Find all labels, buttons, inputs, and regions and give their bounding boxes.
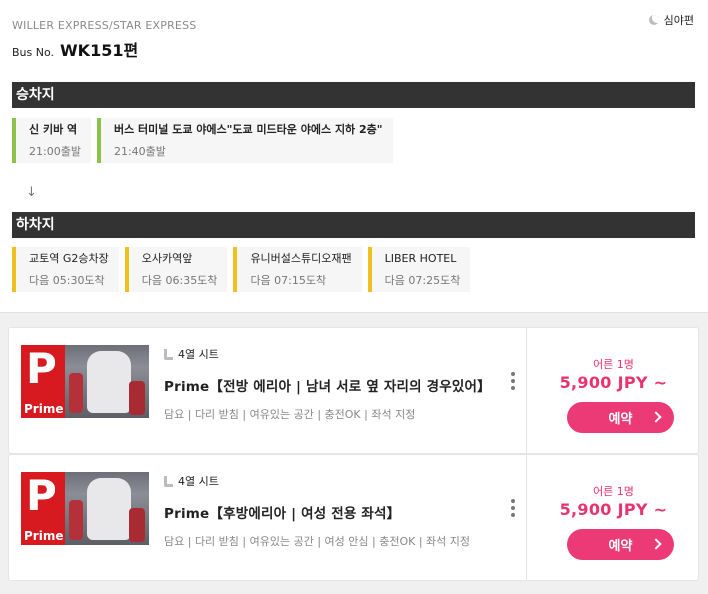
alighting-stop: 오사카역앞 다음 06:35도착	[124, 247, 228, 292]
stop-time: 다음 07:15도착	[250, 274, 327, 287]
prime-logo: P Prime	[21, 472, 65, 545]
seat-type-label: 4열 시트	[178, 475, 219, 488]
alighting-stop: 교토역 G2승차장 다음 05:30도착	[12, 247, 119, 292]
book-button[interactable]: 예약	[567, 529, 674, 560]
plan-features: 담요 | 다리 받침 | 여유있는 공간 | 여성 안심 | 충전OK | 좌석…	[164, 535, 470, 548]
price-panel: 어른 1명 5,900 JPY ~ 예약	[527, 328, 700, 453]
plan-card: P Prime 4열 시트 Prime【후방에리아 | 여성 전용 좌석】 담요…	[8, 454, 699, 581]
passenger-label: 어른 1명	[593, 358, 634, 371]
boarding-stop: 신 키바 역 21:00출발	[12, 118, 91, 163]
seat-photo	[65, 345, 149, 418]
plan-thumbnail: P Prime	[21, 345, 149, 418]
alighting-stop: 유니버설스튜디오재팬 다음 07:15도착	[233, 247, 362, 292]
seat-type: 4열 시트	[164, 473, 494, 489]
boarding-section-title: 승차지	[12, 82, 695, 108]
prime-logo-label: Prime	[24, 529, 64, 543]
stop-name: 교토역 G2승차장	[29, 252, 109, 265]
alighting-stops: 교토역 G2승차장 다음 05:30도착 오사카역앞 다음 06:35도착 유니…	[12, 247, 471, 292]
seat-icon	[164, 348, 173, 360]
boarding-stops: 신 키바 역 21:00출발 버스 터미널 도쿄 야에스"도쿄 미드타운 야에스…	[12, 118, 393, 163]
kebab-menu-icon[interactable]	[509, 372, 517, 390]
plan-thumbnail: P Prime	[21, 472, 149, 545]
prime-logo-letter: P	[26, 344, 57, 393]
seat-icon	[164, 475, 173, 487]
seat-type: 4열 시트	[164, 346, 494, 362]
plan-title[interactable]: Prime【후방에리아 | 여성 전용 좌석】	[164, 502, 494, 522]
plan-card: P Prime 4열 시트 Prime【전방 에리아 | 남녀 서로 옆 자리의…	[8, 327, 699, 454]
bus-number: Bus No. WK151편	[12, 37, 138, 61]
boarding-stop: 버스 터미널 도쿄 야에스"도쿄 미드타운 야에스 지하 2층" 21:40출발	[96, 118, 393, 163]
prime-logo: P Prime	[21, 345, 65, 418]
kebab-menu-icon[interactable]	[509, 499, 517, 517]
stop-name: 오사카역앞	[141, 252, 193, 265]
stop-name: 신 키바 역	[29, 123, 78, 136]
plan-info: 4열 시트 Prime【전방 에리아 | 남녀 서로 옆 자리의 경우있어】 담…	[164, 346, 494, 422]
plan-features: 담요 | 다리 받침 | 여유있는 공간 | 충전OK | 좌석 지정	[164, 408, 416, 421]
stop-time: 21:00출발	[29, 145, 81, 158]
passenger-label: 어른 1명	[593, 485, 634, 498]
stop-name: LIBER HOTEL	[384, 252, 457, 265]
plan-title[interactable]: Prime【전방 에리아 | 남녀 서로 옆 자리의 경우있어】	[164, 375, 494, 395]
plan-list: P Prime 4열 시트 Prime【전방 에리아 | 남녀 서로 옆 자리의…	[0, 312, 708, 594]
seat-photo	[65, 472, 149, 545]
night-bus-label: 심야편	[663, 14, 694, 27]
prime-logo-letter: P	[26, 471, 57, 520]
arrow-down-icon: ↓	[26, 185, 37, 200]
alighting-stop: LIBER HOTEL 다음 07:25도착	[367, 247, 471, 292]
moon-icon	[648, 15, 659, 25]
book-button[interactable]: 예약	[567, 402, 674, 433]
price-panel: 어른 1명 5,900 JPY ~ 예약	[527, 455, 700, 580]
route-panel: WILLER EXPRESS/STAR EXPRESS Bus No. WK15…	[0, 0, 708, 312]
bus-number-value: WK151편	[60, 41, 139, 60]
stop-time: 다음 06:35도착	[141, 274, 218, 287]
night-bus-badge: 심야편	[648, 12, 694, 28]
prime-logo-label: Prime	[24, 402, 64, 416]
price-value: 5,900 JPY ~	[559, 500, 668, 519]
seat-type-label: 4열 시트	[178, 348, 219, 361]
plan-info: 4열 시트 Prime【후방에리아 | 여성 전용 좌석】 담요 | 다리 받침…	[164, 473, 494, 549]
bus-number-label: Bus No.	[12, 46, 55, 59]
stop-time: 21:40출발	[113, 145, 166, 158]
operator-name: WILLER EXPRESS/STAR EXPRESS	[12, 19, 197, 32]
stop-time: 다음 05:30도착	[29, 274, 105, 287]
stop-name: 유니버설스튜디오재팬	[250, 252, 352, 265]
stop-time: 다음 07:25도착	[384, 274, 461, 287]
price-value: 5,900 JPY ~	[559, 373, 668, 392]
stop-name: 버스 터미널 도쿄 야에스"도쿄 미드타운 야에스 지하 2층"	[113, 123, 383, 136]
alighting-section-title: 하차지	[12, 212, 695, 238]
